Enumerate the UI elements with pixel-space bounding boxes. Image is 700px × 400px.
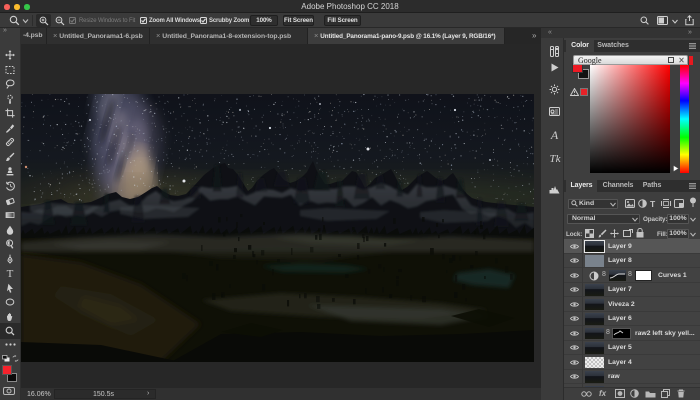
svg-text:Tk: Tk <box>550 153 562 164</box>
svg-text:T: T <box>7 268 14 278</box>
svg-text:A: A <box>550 129 559 141</box>
